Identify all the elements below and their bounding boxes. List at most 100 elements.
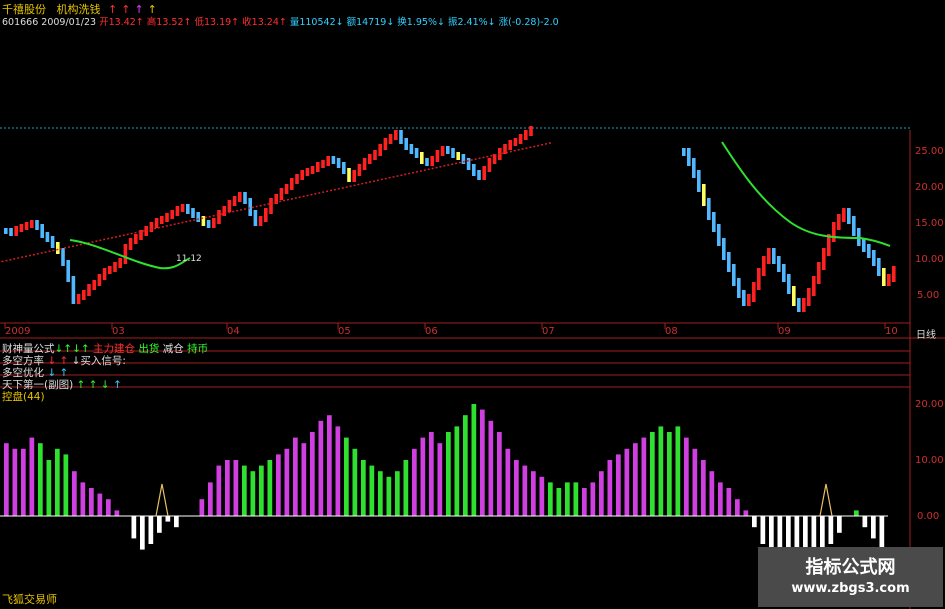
candle-84 bbox=[440, 146, 445, 156]
histogram-bar-3 bbox=[29, 437, 35, 516]
candle-78 bbox=[409, 144, 414, 154]
candle-92 bbox=[482, 166, 486, 180]
candle-41 bbox=[217, 210, 221, 224]
candle-68 bbox=[357, 164, 362, 176]
candle-50 bbox=[264, 208, 268, 222]
candle-14 bbox=[76, 294, 81, 304]
histogram-bar-59 bbox=[505, 448, 511, 516]
histogram-bar-102 bbox=[871, 516, 876, 539]
histogram-bar-2 bbox=[21, 448, 26, 516]
histogram-bar-76 bbox=[650, 432, 655, 516]
candle-11 bbox=[61, 248, 65, 266]
candle-r-11 bbox=[737, 278, 741, 298]
candle-101 bbox=[529, 126, 533, 136]
watermark-badge: 指标公式网 www.zbgs3.com bbox=[758, 547, 943, 607]
candle-r-33 bbox=[847, 208, 851, 224]
moving-average-green-right bbox=[721, 141, 891, 247]
histogram-bar-63 bbox=[539, 476, 545, 516]
candle-r-5 bbox=[707, 198, 711, 220]
candle-90 bbox=[472, 164, 476, 176]
histogram-bar-98 bbox=[837, 516, 842, 533]
watermark-title: 指标公式网 bbox=[805, 557, 896, 578]
histogram-bar-41 bbox=[352, 448, 358, 516]
candle-27 bbox=[144, 226, 148, 236]
candle-76 bbox=[399, 130, 403, 144]
date-10: 10 bbox=[885, 326, 898, 337]
histogram-bar-43 bbox=[369, 465, 375, 516]
candle-r-21 bbox=[787, 274, 791, 294]
date-08: 08 bbox=[665, 326, 678, 337]
histogram-bar-58 bbox=[497, 432, 502, 516]
candle-77 bbox=[404, 138, 408, 150]
candle-r-2 bbox=[692, 158, 696, 178]
candle-r-42 bbox=[892, 266, 896, 282]
histogram-bar-27 bbox=[233, 460, 239, 516]
candle-93 bbox=[487, 158, 492, 172]
candle-r-32 bbox=[842, 208, 846, 222]
candle-r-19 bbox=[777, 256, 781, 272]
histogram-bar-46 bbox=[395, 471, 400, 516]
candle-r-12 bbox=[742, 290, 746, 306]
histogram-bar-55 bbox=[471, 404, 477, 516]
histogram-bar-89 bbox=[760, 516, 766, 544]
candle-r-39 bbox=[877, 258, 881, 276]
candle-72 bbox=[378, 144, 382, 156]
candle-79 bbox=[414, 148, 419, 158]
indicator-1-part-1: ↓买入信号: bbox=[68, 355, 126, 367]
candle-100 bbox=[524, 130, 528, 140]
histogram-bar-52 bbox=[446, 432, 451, 516]
candle-59 bbox=[310, 166, 315, 174]
candle-57 bbox=[300, 170, 304, 180]
candle-r-26 bbox=[812, 276, 816, 296]
candle-r-20 bbox=[782, 264, 786, 282]
histogram-bar-5 bbox=[46, 460, 52, 516]
histogram-bar-44 bbox=[378, 471, 383, 516]
candle-47 bbox=[248, 198, 252, 216]
candle-36 bbox=[191, 208, 195, 218]
candle-32 bbox=[170, 210, 174, 219]
histogram-bar-49 bbox=[420, 437, 426, 516]
histogram-bar-4 bbox=[38, 443, 43, 516]
candle-3 bbox=[19, 224, 24, 232]
histogram-bar-64 bbox=[548, 482, 553, 516]
candle-r-8 bbox=[722, 238, 726, 260]
candle-9 bbox=[50, 236, 55, 248]
candle-43 bbox=[227, 200, 232, 212]
candle-r-16 bbox=[762, 256, 766, 276]
lower-panel-title: 控盘(44) bbox=[2, 391, 45, 403]
histogram-bar-74 bbox=[633, 443, 638, 516]
candle-r-14 bbox=[752, 282, 756, 302]
histogram-bar-13 bbox=[114, 510, 120, 516]
low-price-annotation: 11.12 bbox=[176, 254, 202, 264]
candle-81 bbox=[425, 158, 429, 166]
histogram-bar-96 bbox=[820, 516, 825, 550]
candle-4 bbox=[24, 222, 29, 230]
candle-74 bbox=[388, 134, 393, 144]
histogram-bar-61 bbox=[522, 465, 528, 516]
histogram-bar-26 bbox=[225, 460, 230, 516]
histogram-bar-7 bbox=[63, 454, 69, 516]
candle-2 bbox=[14, 226, 18, 236]
histogram-bar-9 bbox=[80, 482, 86, 516]
period-label[interactable]: 日线 bbox=[916, 326, 936, 341]
candle-5 bbox=[30, 220, 34, 228]
histogram-bar-29 bbox=[250, 471, 256, 516]
candle-34 bbox=[180, 204, 185, 212]
candle-99 bbox=[518, 134, 523, 144]
candle-r-7 bbox=[717, 224, 721, 246]
histogram-bar-79 bbox=[675, 426, 681, 516]
stock-chart[interactable] bbox=[0, 0, 945, 609]
histogram-bar-36 bbox=[310, 432, 315, 516]
candle-21 bbox=[113, 262, 117, 272]
histogram-bar-84 bbox=[718, 482, 723, 516]
histogram-bar-73 bbox=[624, 448, 630, 516]
histogram-bar-17 bbox=[148, 516, 154, 544]
histogram-bar-8 bbox=[72, 471, 77, 516]
histogram-bar-20 bbox=[174, 516, 179, 528]
candle-69 bbox=[362, 158, 367, 170]
histogram-bar-101 bbox=[862, 516, 868, 528]
indicator-3-part-0: ↑ ↑ ↓ bbox=[73, 379, 110, 391]
candle-r-24 bbox=[802, 298, 806, 312]
histogram-bar-88 bbox=[752, 516, 757, 528]
indicator-3-part-1: ↑ bbox=[109, 379, 122, 391]
